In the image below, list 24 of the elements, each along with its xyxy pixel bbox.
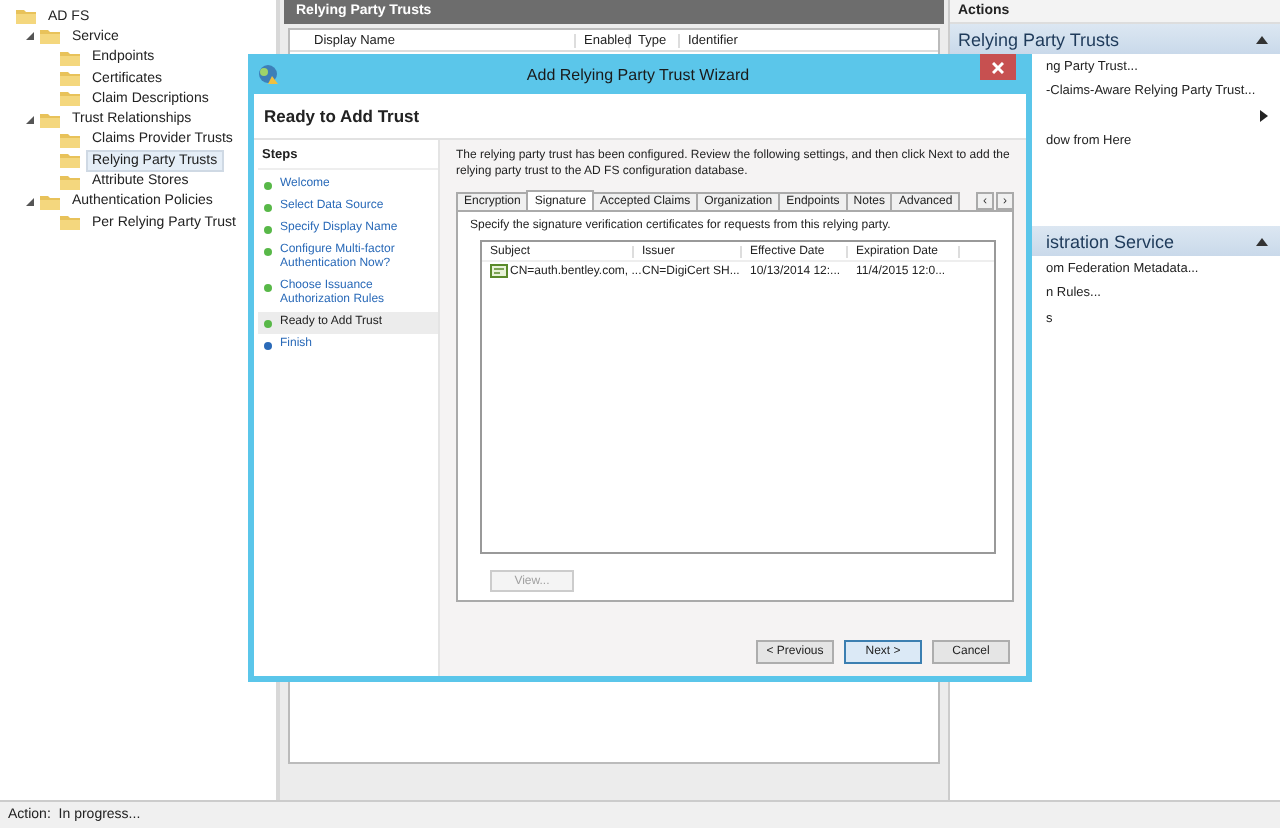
section-header[interactable]: Relying Party Trusts xyxy=(950,24,1280,54)
folder-icon xyxy=(60,49,80,66)
folder-icon xyxy=(60,131,80,148)
window-title: Add Relying Party Trust Wizard xyxy=(524,65,752,83)
folder-icon xyxy=(16,8,36,25)
folder-icon xyxy=(60,70,80,87)
folder-icon xyxy=(60,152,80,169)
collapse-arrow-icon xyxy=(1256,237,1268,245)
folder-icon xyxy=(40,111,60,128)
folder-icon xyxy=(60,173,80,190)
close-button[interactable] xyxy=(980,54,1016,80)
certificate-icon xyxy=(490,264,508,278)
expand-arrow-icon[interactable] xyxy=(24,195,40,208)
trust-icon xyxy=(256,63,280,85)
folder-icon xyxy=(40,193,60,210)
folder-icon xyxy=(40,28,60,45)
folder-icon xyxy=(60,214,80,231)
expand-arrow-icon[interactable] xyxy=(24,30,40,43)
collapse-arrow-icon xyxy=(1256,35,1268,43)
submenu-arrow-icon[interactable] xyxy=(1260,110,1268,123)
expand-arrow-icon[interactable] xyxy=(24,113,40,126)
close-icon xyxy=(992,61,1004,73)
wizard-heading: Ready to Add Trust xyxy=(264,106,420,126)
folder-icon xyxy=(60,90,80,107)
